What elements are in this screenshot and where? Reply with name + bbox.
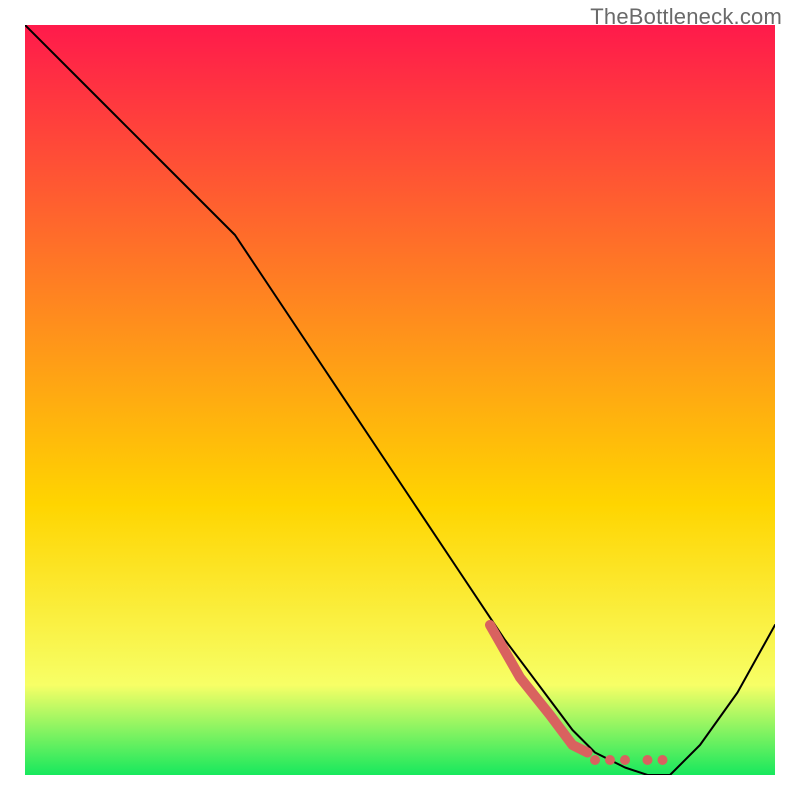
chart-container: TheBottleneck.com: [0, 0, 800, 800]
highlight-dot: [643, 755, 653, 765]
highlight-dot: [590, 755, 600, 765]
highlight-dot: [658, 755, 668, 765]
highlight-dot: [620, 755, 630, 765]
bottleneck-chart: [25, 25, 775, 775]
plot-area: [25, 25, 775, 775]
highlight-dot: [605, 755, 615, 765]
